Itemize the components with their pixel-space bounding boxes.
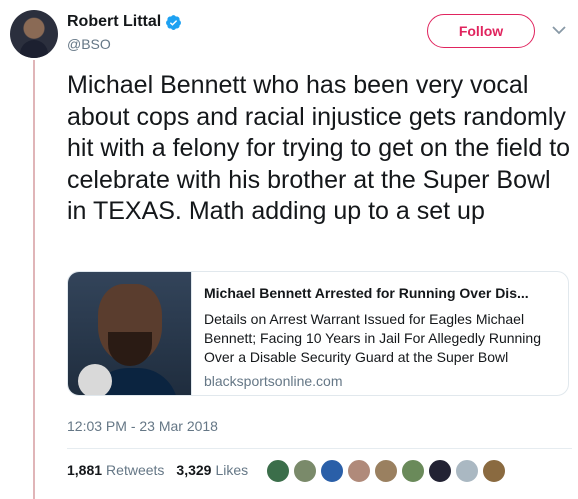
liker-avatar[interactable] (482, 459, 506, 483)
retweets-label: Retweets (106, 462, 165, 478)
author-handle[interactable]: @BSO (67, 36, 111, 52)
liker-avatar[interactable] (401, 459, 425, 483)
liker-avatar[interactable] (347, 459, 371, 483)
card-thumbnail-image (68, 272, 192, 395)
likers-avatars (266, 459, 509, 483)
chevron-down-icon[interactable] (551, 22, 567, 38)
author-display-name[interactable]: Robert Littal (67, 13, 161, 31)
likes-count-link[interactable]: 3,329 Likes (176, 462, 248, 478)
liker-avatar[interactable] (320, 459, 344, 483)
engagement-stats: 1,881 Retweets 3,329 Likes (67, 462, 248, 478)
author-name-row: Robert Littal (67, 13, 182, 31)
liker-avatar[interactable] (374, 459, 398, 483)
card-domain: blacksportsonline.com (204, 373, 343, 389)
card-description: Details on Arrest Warrant Issued for Eag… (204, 311, 541, 365)
verified-badge-icon (166, 14, 182, 30)
thread-line (33, 60, 35, 499)
liker-avatar[interactable] (266, 459, 290, 483)
tweet-timestamp[interactable]: 12:03 PM - 23 Mar 2018 (67, 418, 218, 434)
divider (67, 448, 572, 449)
retweets-count-link[interactable]: 1,881 Retweets (67, 462, 164, 478)
likes-label: Likes (215, 462, 249, 478)
card-title: Michael Bennett Arrested for Running Ove… (204, 285, 529, 301)
liker-avatar[interactable] (428, 459, 452, 483)
liker-avatar[interactable] (455, 459, 479, 483)
likes-count: 3,329 (176, 462, 212, 478)
card-body: Michael Bennett Arrested for Running Ove… (192, 272, 568, 395)
retweets-count: 1,881 (67, 462, 103, 478)
link-card[interactable]: Michael Bennett Arrested for Running Ove… (67, 271, 569, 396)
author-avatar[interactable] (10, 10, 58, 58)
tweet-text: Michael Bennett who has been very vocal … (67, 71, 571, 225)
follow-button[interactable]: Follow (427, 14, 535, 48)
liker-avatar[interactable] (293, 459, 317, 483)
